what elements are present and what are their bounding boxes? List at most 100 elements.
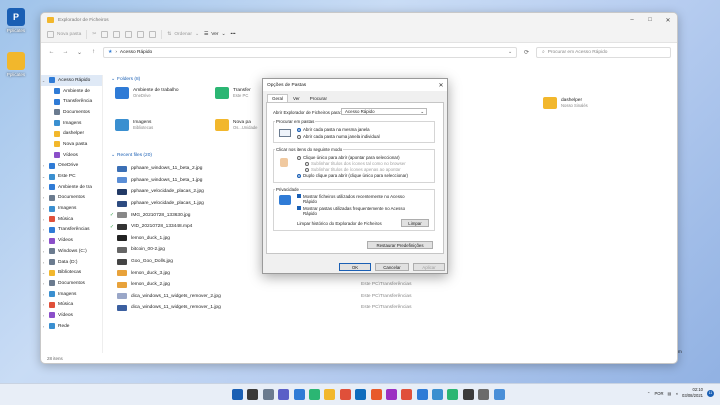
taskbar-app-icon[interactable] [278, 389, 290, 400]
folder-tile[interactable]: dashelper Nosso Sinalés [543, 97, 588, 109]
sidebar-item[interactable]: dashelper [41, 128, 102, 139]
sidebar-item[interactable]: › Rede [41, 321, 102, 332]
language-indicator[interactable]: POR [654, 391, 663, 396]
sidebar-item[interactable]: › Data (D:) [41, 257, 102, 268]
taskbar-app-icon[interactable] [293, 389, 305, 400]
recent-file-row[interactable]: lemon_duck_2.jpg Este PC\Transferências [107, 279, 677, 291]
chevron-right-icon[interactable]: › [41, 324, 46, 329]
chevron-right-icon[interactable]: › [41, 302, 46, 307]
search-input[interactable]: ⌕ Procurar em Acesso Rápido [536, 46, 671, 58]
taskbar-app-icon[interactable] [355, 389, 367, 400]
address-bar[interactable]: ★ › Acesso Rápido ⌄ [103, 46, 517, 58]
chevron-right-icon[interactable]: › [41, 249, 46, 254]
tab-general[interactable]: Geral [267, 94, 289, 102]
chevron-right-icon[interactable]: › [41, 163, 46, 168]
taskbar-app-icon[interactable] [432, 389, 444, 400]
sidebar-item[interactable]: › Documentos [41, 278, 102, 289]
more-options-button[interactable]: ••• [231, 32, 236, 37]
radio-same-window[interactable]: Abrir cada pasta na mesma janela [297, 127, 370, 132]
chevron-right-icon[interactable]: › [41, 195, 46, 200]
chevron-up-icon[interactable]: ⌃ [647, 391, 651, 396]
sidebar-item[interactable]: Documentos [41, 107, 102, 118]
taskbar-app-icon[interactable] [370, 389, 382, 400]
sidebar-item[interactable]: Imagens [41, 118, 102, 129]
cancel-button[interactable]: Cancelar [375, 263, 409, 271]
maximize-button[interactable]: □ [641, 17, 659, 23]
recent-file-row[interactable]: dica_windows_11_widgets_remover_2.jpg Est… [107, 291, 677, 303]
ok-button[interactable]: OK [339, 263, 371, 271]
chevron-right-icon[interactable]: › [41, 206, 46, 211]
sidebar-item[interactable]: › Música [41, 299, 102, 310]
taskbar-app-icon[interactable] [385, 389, 397, 400]
open-explorer-select[interactable]: Acesso Rápido ⌄ [341, 108, 427, 115]
chevron-down-icon[interactable]: ⌄ [41, 174, 46, 179]
recent-file-row[interactable]: dica_windows_11_widgets_remover_1.jpg Est… [107, 302, 677, 314]
sidebar-item[interactable]: › Ambiente de tra [41, 182, 102, 193]
checkbox-show-frequent-folders[interactable]: Mostrar pastas utilizadas frequentemente… [297, 206, 417, 216]
sidebar-item[interactable]: › OneDrive [41, 161, 102, 172]
chevron-down-icon[interactable]: ⌄ [41, 78, 46, 83]
checkbox-show-recent-files[interactable]: Mostrar ficheiros utilizados recentement… [297, 194, 417, 204]
taskbar-app-icon[interactable] [493, 389, 505, 400]
chevron-right-icon[interactable]: › [41, 185, 46, 190]
back-button[interactable]: ← [47, 49, 56, 55]
sidebar-item[interactable]: › Documentos [41, 193, 102, 204]
radio-double-click[interactable]: Duplo clique para abrir (clique único pa… [297, 173, 408, 178]
radio-underline-browser[interactable]: Sublinhar títulos dos ícones tal como no… [305, 161, 406, 166]
desktop-icon-1[interactable]: P Pplicates [1, 8, 31, 33]
sidebar-item[interactable]: › Transferências [41, 225, 102, 236]
chevron-right-icon[interactable]: › [41, 217, 46, 222]
sort-button[interactable]: ⇅ Ordenar ⌄ [167, 32, 199, 37]
view-button[interactable]: ☰ Ver ⌄ [204, 32, 226, 37]
taskbar-app-icon[interactable] [462, 389, 474, 400]
taskbar-app-icon[interactable] [308, 389, 320, 400]
refresh-button[interactable]: ⟳ [522, 49, 531, 56]
close-button[interactable]: ✕ [659, 17, 677, 24]
sidebar-item[interactable]: Nova pasta [41, 139, 102, 150]
chevron-right-icon[interactable]: › [41, 313, 46, 318]
clock[interactable]: 02:10 03/08/2021 [682, 387, 703, 399]
sidebar-item[interactable]: ⌄ Este PC [41, 171, 102, 182]
sidebar-item[interactable]: ⌄ Acesso Rápido [41, 75, 102, 86]
sidebar-item[interactable]: Vídeos [41, 150, 102, 161]
taskbar-app-icon[interactable] [416, 389, 428, 400]
volume-icon[interactable]: ◖ [676, 391, 679, 396]
taskbar-app-icon[interactable] [339, 389, 351, 400]
new-folder-button[interactable]: Nova pasta [47, 31, 81, 38]
taskbar-app-icon[interactable] [232, 389, 243, 400]
sidebar-item[interactable]: › Música [41, 214, 102, 225]
sidebar-item[interactable]: Ambiente de [41, 86, 102, 97]
taskbar-app-icon[interactable] [262, 389, 274, 400]
chevron-right-icon[interactable]: › [41, 227, 46, 232]
apply-button[interactable]: Aplicar [413, 263, 445, 271]
share-button[interactable] [137, 31, 145, 38]
rename-button[interactable] [125, 31, 133, 38]
tab-view[interactable]: Ver [288, 94, 305, 102]
chevron-right-icon[interactable]: › [41, 238, 46, 243]
delete-button[interactable] [149, 31, 157, 38]
sidebar-item[interactable]: › Imagens [41, 289, 102, 300]
radio-underline-point[interactable]: Sublinhar títulos de ícones apenas ao ap… [305, 167, 401, 172]
clear-history-button[interactable]: Limpar [401, 219, 429, 227]
sidebar-item[interactable]: Transferência [41, 96, 102, 107]
radio-new-window[interactable]: Abrir cada pasta numa janela individual [297, 134, 380, 139]
sidebar-item[interactable]: › Imagens [41, 203, 102, 214]
taskbar-app-icon[interactable] [447, 389, 459, 400]
tab-search[interactable]: Procurar [305, 94, 332, 102]
folder-tile[interactable]: Imagens Bibliotecas [115, 119, 153, 131]
taskbar-app-icon[interactable] [401, 389, 413, 400]
folder-tile[interactable]: Transfer Este PC [215, 87, 251, 99]
sidebar-item[interactable]: › Windows (C:) [41, 246, 102, 257]
taskbar-app-icon[interactable] [324, 389, 336, 400]
chevron-right-icon[interactable]: › [41, 292, 46, 297]
folder-tile[interactable]: Nova pa Os...Unidade [215, 119, 257, 131]
network-icon[interactable]: ▤ [668, 391, 672, 396]
chevron-right-icon[interactable]: › [41, 281, 46, 286]
taskbar-app-icon[interactable] [478, 389, 490, 400]
up-button[interactable]: ↑ [89, 49, 98, 55]
folder-tile[interactable]: Ambiente de trabalho OneDrive [115, 87, 179, 99]
sidebar-item[interactable]: › Vídeos [41, 310, 102, 321]
forward-button[interactable]: → [61, 49, 70, 55]
cut-button[interactable]: ✂ [92, 32, 96, 37]
sidebar-item[interactable]: ⌄ Bibliotecas [41, 267, 102, 278]
